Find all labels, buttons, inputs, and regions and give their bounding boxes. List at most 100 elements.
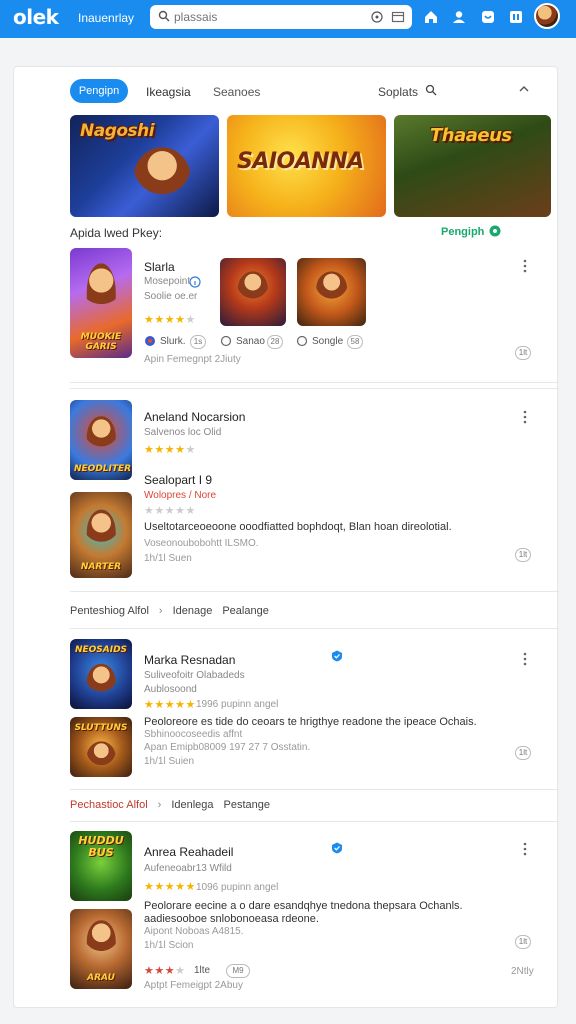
chip-label[interactable]: Songle (312, 336, 343, 347)
divider (70, 591, 559, 592)
app-subtitle: Inauenrlay (78, 11, 135, 25)
filter-item[interactable]: Penteshiog Alfol (70, 605, 149, 617)
thumbnail-title: NARTER (80, 562, 122, 572)
divider (70, 789, 559, 790)
game-title[interactable]: Slarla (144, 260, 175, 274)
thumbnail-title: MUOKIE GARIS (80, 332, 122, 352)
filter-item[interactable]: Idenlega (171, 799, 213, 811)
game-title[interactable]: Sealopart I 9 (144, 473, 212, 487)
game-meta: Sbhinoocoseedis affnt (144, 729, 243, 740)
game-developer: Mosepoint (144, 276, 191, 287)
more-icon[interactable] (523, 652, 527, 666)
game-description: Useltotarceoeoone ooodfiatted bophdoqt, … (144, 521, 452, 533)
game-title[interactable]: Anrea Reahadeil (144, 845, 233, 859)
sort-label[interactable]: Soplats (378, 85, 418, 99)
library-icon[interactable] (508, 9, 524, 25)
tab-active[interactable]: Pengipn (70, 79, 128, 103)
section-link[interactable]: Pengiph (441, 226, 484, 238)
game-thumbnail[interactable]: SLUTTUNS (70, 717, 132, 777)
game-thumbnail[interactable]: ARAU (70, 909, 132, 989)
divider (70, 388, 559, 389)
tab-third[interactable]: Seanoes (213, 85, 260, 99)
featured-thumbnail[interactable]: MUOKIE GARIS (70, 248, 132, 358)
star-rating: ★★★★★ (144, 699, 196, 711)
screenshot-2[interactable] (297, 258, 366, 326)
game-meta: 1h/1l Suien (144, 756, 195, 767)
thumbnail-title: SLUTTUNS (74, 723, 128, 733)
game-title[interactable]: Marka Resnadan (144, 653, 235, 667)
chip-count: 1s (190, 335, 206, 349)
release-label: 2Ntly (511, 966, 534, 977)
verified-icon (332, 842, 342, 854)
filter-icon[interactable] (391, 10, 405, 24)
game-thumbnail[interactable]: NEOSAIDS (70, 639, 132, 709)
avatar[interactable] (534, 3, 560, 29)
game-meta: 1h/1l Scion (144, 940, 194, 951)
star-rating: ★★★★★ (144, 505, 196, 517)
search-box[interactable] (150, 5, 412, 29)
game-meta: 1h/1l Suen (144, 553, 192, 564)
main-card: Pengipn Ikeagsia Seanoes Soplats Nagoshi… (13, 66, 559, 1008)
banner-2[interactable]: SAIOANNA (227, 115, 386, 217)
chevron-right-icon[interactable] (489, 225, 501, 237)
rating-text: 1lte (194, 965, 211, 976)
shield-icon (145, 336, 155, 346)
filter-item[interactable]: Pechastioc Alfol (70, 799, 148, 811)
count-badge[interactable]: 1lt (515, 346, 531, 360)
profile-icon[interactable] (451, 9, 467, 25)
count-badge[interactable]: 1lt (515, 935, 531, 949)
game-description: aadiesooboe snlobonoeasa rdeone. (144, 913, 319, 925)
more-icon[interactable] (523, 410, 527, 424)
star-rating: ★★★★ (144, 965, 186, 977)
rating-text: 1996 pupinn angel (196, 699, 279, 710)
game-genre: Soolie oe.er (144, 291, 198, 302)
filter-item[interactable]: Pestange (224, 799, 270, 811)
thumbnail-title: NEOSAIDS (74, 645, 128, 655)
game-thumbnail[interactable]: NEODLITER (70, 400, 132, 480)
thumbnail-title: HUDDU BUS (78, 834, 124, 859)
share-icon (296, 335, 308, 347)
notifications-icon[interactable] (480, 9, 496, 25)
filter-row: Penteshiog Alfol › Idenage Pealange (70, 605, 269, 617)
clear-icon[interactable] (371, 11, 383, 23)
tab-second[interactable]: Ikeagsia (146, 85, 191, 99)
banner-2-title: SAIOANNA (237, 149, 364, 174)
count-badge[interactable]: M9 (226, 964, 250, 978)
game-title[interactable]: Aneland Nocarsion (144, 410, 245, 424)
chip-label[interactable]: Slurk. (160, 336, 186, 347)
game-genre: Aublosoond (144, 684, 197, 695)
count-badge[interactable]: 1lt (515, 548, 531, 562)
game-thumbnail[interactable]: NARTER (70, 492, 132, 578)
thumbnail-title: ARAU (87, 973, 115, 983)
game-thumbnail[interactable]: HUDDU BUS (70, 831, 132, 901)
banner-1[interactable]: Nagoshi (70, 115, 219, 217)
search-icon[interactable] (425, 84, 437, 96)
search-input[interactable] (174, 7, 354, 27)
filter-item[interactable]: Pealange (222, 605, 269, 617)
app-logo[interactable]: olek (13, 5, 59, 29)
home-icon[interactable] (423, 9, 439, 25)
chip-count: 28 (267, 335, 283, 349)
filter-item[interactable]: Idenage (173, 605, 213, 617)
chevron-up-icon[interactable] (518, 83, 530, 95)
star-rating: ★★★★★ (144, 444, 196, 456)
game-meta: Apan Emipb08009 197 27 7 Osstatin. (144, 742, 311, 753)
count-badge[interactable]: 1lt (515, 746, 531, 760)
screenshot-1[interactable] (220, 258, 286, 326)
game-developer: Suliveofoitr Olabadeds (144, 670, 245, 681)
more-icon[interactable] (523, 842, 527, 856)
game-description: Peoloreore es tide do ceoars te hrigthye… (144, 716, 477, 728)
banner-3[interactable]: Thaaeus (394, 115, 551, 217)
game-meta: Aipont Noboas A4815. (144, 926, 244, 937)
more-icon[interactable] (523, 259, 527, 273)
info-icon (189, 276, 201, 288)
chip-count: 58 (347, 335, 363, 349)
star-rating: ★★★★★ (144, 314, 196, 326)
game-meta: Voseonoubobohtt ILSMO. (144, 538, 259, 549)
filter-row: Pechastioc Alfol › Idenlega Pestange (70, 799, 271, 811)
chip-label[interactable]: Sanao (236, 336, 265, 347)
banner-3-title: Thaaeus (430, 125, 512, 146)
verified-icon (332, 650, 342, 662)
divider (70, 628, 559, 629)
top-bar: olek Inauenrlay (0, 0, 576, 38)
